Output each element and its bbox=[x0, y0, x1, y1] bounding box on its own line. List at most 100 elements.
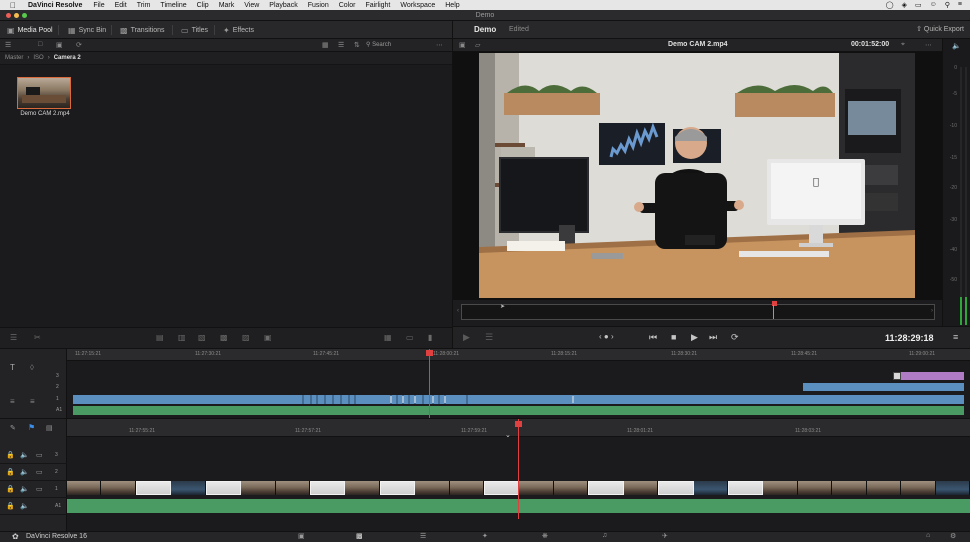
fusion-page-icon[interactable]: ✦ bbox=[482, 532, 488, 540]
append-end-icon[interactable]: ▣ bbox=[264, 333, 272, 342]
menu-help[interactable]: Help bbox=[445, 2, 459, 9]
menu-color[interactable]: Color bbox=[339, 2, 356, 9]
viewer-mode-icon[interactable]: ▣ bbox=[459, 41, 466, 49]
fairlight-page-icon[interactable]: ♫ bbox=[602, 532, 607, 539]
color-page-icon[interactable]: ❋ bbox=[542, 532, 548, 540]
flag-icon[interactable]: ⚑ bbox=[28, 423, 35, 432]
audio-speaker-icon[interactable]: 🔈 bbox=[20, 502, 29, 510]
minimize-window-icon[interactable] bbox=[14, 13, 19, 18]
menu-trim[interactable]: Trim bbox=[137, 2, 151, 9]
menu-clip[interactable]: Clip bbox=[197, 2, 209, 9]
video-enable-icon[interactable]: ▭ bbox=[36, 468, 43, 476]
upper-playhead[interactable] bbox=[426, 350, 433, 356]
bin-list-icon[interactable]: ☰ bbox=[5, 41, 11, 49]
clip-thumbnail[interactable] bbox=[17, 77, 71, 109]
upper-clip-v2[interactable] bbox=[803, 383, 964, 391]
menu-fairlight[interactable]: Fairlight bbox=[365, 2, 390, 9]
user-icon[interactable]: ☺ bbox=[930, 1, 937, 9]
deliver-page-icon[interactable]: ✈ bbox=[662, 532, 668, 540]
airplay-icon[interactable]: ▭ bbox=[915, 1, 922, 9]
viewer-scrubber[interactable]: ➤ ‹ › bbox=[452, 300, 942, 326]
ripple-overwrite-icon[interactable]: ▦ bbox=[384, 333, 392, 342]
snapping-icon[interactable]: ◊ bbox=[30, 363, 34, 372]
upper-timeline[interactable]: T ◊ ≡ ≡ 3 2 1 A1 11:27:15:21 11:27:30:21… bbox=[0, 348, 970, 419]
lock-icon[interactable]: 🔒 bbox=[6, 451, 15, 459]
overwrite-clip-icon[interactable]: ▥ bbox=[178, 333, 186, 342]
grid-view-icon[interactable]: ▦ bbox=[322, 41, 329, 49]
wifi-icon[interactable]: ◈ bbox=[902, 1, 907, 9]
fit-to-fill-icon[interactable]: ▩ bbox=[220, 333, 228, 342]
breadcrumb-camera-2[interactable]: Camera 2 bbox=[54, 55, 81, 61]
upper-title-clip-v3[interactable] bbox=[893, 372, 964, 380]
settings-gear-icon[interactable]: ⚙ bbox=[950, 532, 956, 540]
close-window-icon[interactable] bbox=[6, 13, 11, 18]
search-field[interactable]: ⚲ Search bbox=[366, 41, 430, 50]
clip-options-icon[interactable]: ☰ bbox=[485, 332, 493, 343]
apple-icon[interactable]:  bbox=[10, 1, 16, 10]
upper-audio-a1[interactable] bbox=[73, 406, 964, 415]
audio-speaker-icon[interactable]: 🔈 bbox=[20, 451, 29, 459]
viewer-options-icon[interactable]: ⋯ bbox=[925, 41, 932, 49]
sort-icon[interactable]: ⇅ bbox=[354, 41, 360, 49]
audio-speaker-icon[interactable]: 🔈 bbox=[20, 468, 29, 476]
play-icon[interactable]: ▶ bbox=[691, 332, 698, 343]
lock-icon[interactable]: 🔒 bbox=[6, 468, 15, 476]
lock-icon[interactable]: 🔒 bbox=[6, 485, 15, 493]
text-tool-icon[interactable]: T bbox=[10, 363, 15, 372]
transform-icon[interactable]: ⌖ bbox=[901, 41, 905, 49]
zoom-window-icon[interactable] bbox=[22, 13, 27, 18]
menu-workspace[interactable]: Workspace bbox=[400, 2, 435, 9]
blade-tool-icon[interactable]: ✂ bbox=[34, 333, 41, 342]
transport-menu-icon[interactable]: ≡ bbox=[953, 332, 958, 342]
spotlight-icon[interactable]: ⚲ bbox=[945, 1, 950, 9]
menu-mark[interactable]: Mark bbox=[219, 2, 235, 9]
lock-icon[interactable]: 🔒 bbox=[6, 502, 15, 510]
place-on-top-icon[interactable]: ▨ bbox=[242, 333, 250, 342]
menu-view[interactable]: View bbox=[244, 2, 259, 9]
menu-fusion[interactable]: Fusion bbox=[308, 2, 329, 9]
globe-icon[interactable]: ◯ bbox=[886, 1, 894, 9]
close-up-icon[interactable]: ▭ bbox=[406, 333, 414, 342]
zoom-left-icon[interactable]: ‹ bbox=[457, 308, 459, 314]
media-pool-button[interactable]: ▣ Media Pool bbox=[2, 23, 58, 37]
video-viewer[interactable]:  bbox=[452, 52, 942, 300]
breadcrumb-master[interactable]: Master bbox=[5, 55, 23, 61]
new-bin-icon[interactable]: □ bbox=[38, 41, 42, 48]
video-enable-icon[interactable]: ▭ bbox=[36, 485, 43, 493]
menu-playback[interactable]: Playback bbox=[269, 2, 297, 9]
skip-forward-icon[interactable]: ⏭ bbox=[709, 332, 717, 343]
media-page-icon[interactable]: ▣ bbox=[298, 532, 305, 540]
source-overwrite-icon[interactable]: ▮ bbox=[428, 333, 432, 342]
match-frame-icon[interactable]: ▶ bbox=[463, 332, 470, 343]
zoom-in-icon[interactable]: ≡ bbox=[10, 397, 15, 406]
menu-file[interactable]: File bbox=[93, 2, 104, 9]
quick-export-button[interactable]: ⇧ Quick Export bbox=[916, 25, 964, 33]
titles-button[interactable]: ▭ Titles bbox=[176, 23, 213, 37]
menu-timeline[interactable]: Timeline bbox=[160, 2, 186, 9]
marker-icon[interactable]: ✎ bbox=[10, 424, 16, 432]
jog-bar[interactable]: ➤ bbox=[461, 301, 935, 320]
lower-timeline[interactable]: ✎ ⚑ ▤ 🔒 🔈 ▭ 3 🔒 🔈 ▭ 2 🔒 🔈 ▭ 1 🔒 🔈 A1 11:… bbox=[0, 418, 970, 532]
edit-page-icon[interactable]: ☰ bbox=[420, 532, 426, 540]
lower-playhead[interactable] bbox=[515, 421, 522, 427]
zoom-menu-icon[interactable]: ▱ bbox=[475, 41, 480, 49]
cut-page-icon[interactable]: ▩ bbox=[356, 532, 363, 540]
insert-clip-icon[interactable]: ▤ bbox=[156, 333, 164, 342]
audio-speaker-icon[interactable]: 🔈 bbox=[20, 485, 29, 493]
speaker-icon[interactable]: 🔈 bbox=[952, 42, 961, 50]
transitions-button[interactable]: ▩ Transitions bbox=[115, 23, 170, 37]
zoom-right-icon[interactable]: › bbox=[931, 308, 933, 314]
video-enable-icon[interactable]: ▭ bbox=[36, 451, 43, 459]
breadcrumb-iso[interactable]: ISO bbox=[33, 55, 43, 61]
home-icon[interactable]: ⌂ bbox=[926, 532, 930, 539]
sync-icon[interactable]: ⟳ bbox=[76, 41, 82, 49]
notification-icon[interactable]: ≡ bbox=[958, 1, 962, 9]
effects-button[interactable]: ✦ Effects bbox=[218, 23, 259, 37]
timeline-options-icon[interactable]: ▤ bbox=[46, 424, 53, 432]
sync-bin-button[interactable]: ▦ Sync Bin bbox=[63, 23, 111, 37]
zoom-out-icon[interactable]: ≡ bbox=[30, 397, 35, 406]
stop-icon[interactable]: ■ bbox=[671, 332, 676, 342]
skip-back-icon[interactable]: ⏮ bbox=[649, 332, 657, 343]
app-menu[interactable]: DaVinci Resolve bbox=[28, 2, 82, 9]
timeline-view-options-icon[interactable]: ☰ bbox=[10, 333, 17, 342]
